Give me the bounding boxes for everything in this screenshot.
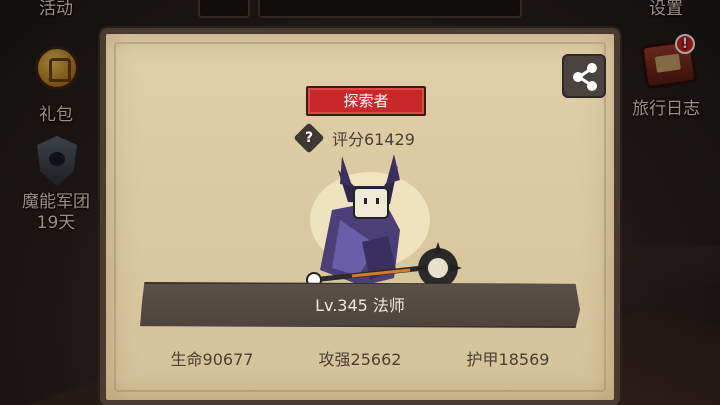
- help-icon[interactable]: ?: [293, 122, 325, 154]
- character-sprite: [306, 154, 462, 294]
- share-icon: [573, 63, 597, 91]
- share-button[interactable]: [562, 54, 606, 98]
- player-profile-panel: 探索者 ? 评分61429 Lv.345 法师 生命90677 攻强25662 …: [100, 28, 620, 405]
- stat-hp: 生命90677: [170, 350, 254, 369]
- score-text: 评分61429: [332, 130, 415, 149]
- stats-row: 生命90677 攻强25662 护甲18569: [106, 346, 614, 370]
- stat-attack: 攻强25662: [318, 350, 402, 369]
- score-row: ? 评分61429: [293, 122, 415, 154]
- stat-armor: 护甲18569: [466, 350, 550, 369]
- level-class-banner: Lv.345 法师: [140, 282, 580, 328]
- player-title-badge: 探索者: [306, 86, 426, 116]
